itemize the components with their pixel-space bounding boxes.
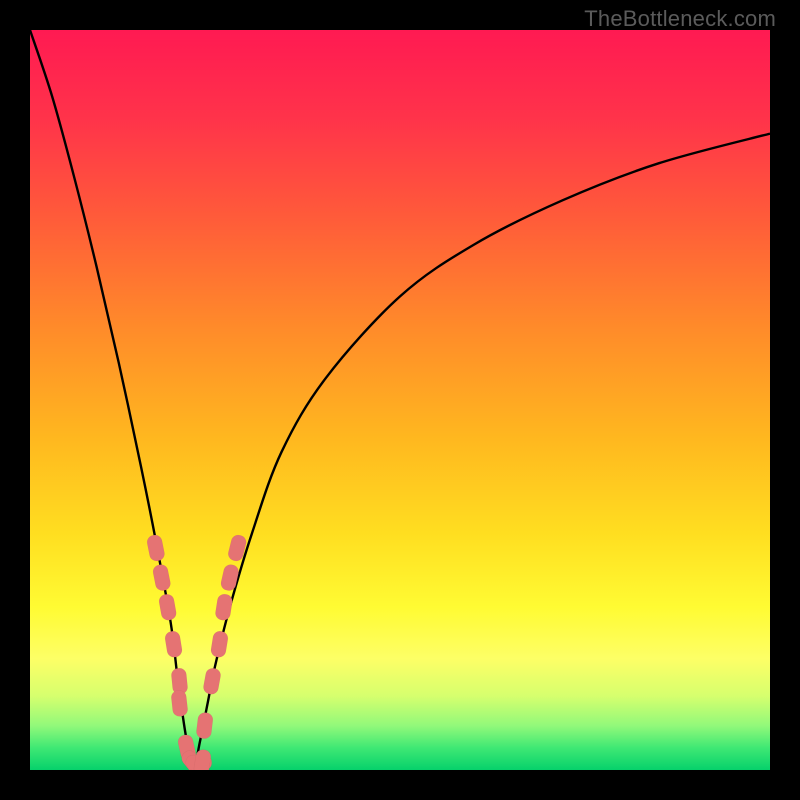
marker-bead [220,563,240,592]
watermark-text: TheBottleneck.com [584,6,776,32]
marker-bead [164,630,183,658]
marker-bead [146,534,166,562]
marker-bead [202,667,221,695]
marker-bead [196,712,214,740]
marker-bead [171,690,189,717]
bottleneck-curve [30,30,770,770]
marker-bead [193,749,212,770]
marker-bead [210,630,229,658]
marker-bead [214,593,233,621]
marker-bead [152,563,172,591]
plot-area [30,30,770,770]
marker-bead [158,593,177,621]
